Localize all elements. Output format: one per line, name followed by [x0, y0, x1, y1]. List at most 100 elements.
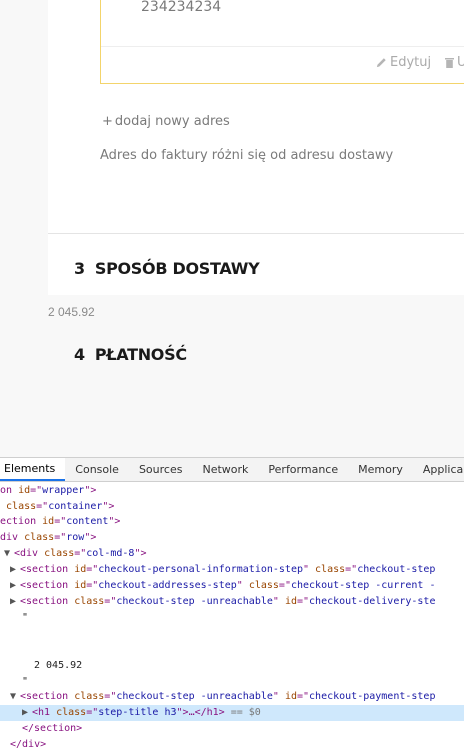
dom-tree-token: ">	[84, 485, 97, 496]
dom-tree-token: <section	[20, 596, 75, 607]
dom-tree-token: ">	[134, 548, 147, 559]
dom-tree-token: ="	[104, 691, 117, 702]
expand-arrow-icon[interactable]: ▶	[10, 578, 20, 594]
dom-tree-token: "	[272, 596, 285, 607]
invoice-address-toggle[interactable]: Adres do faktury różni się od adresu dos…	[100, 148, 393, 163]
add-new-address-link[interactable]: + dodaj nowy adres	[102, 114, 230, 129]
dom-tree-token: "	[272, 691, 285, 702]
dom-tree-node[interactable]	[0, 626, 464, 642]
dom-tree-token: checkout-step -unreachable	[116, 691, 273, 702]
dom-tree-node[interactable]: "	[0, 674, 464, 690]
dom-tree-token: class	[248, 580, 279, 591]
expand-arrow-icon[interactable]: ▼	[4, 546, 14, 562]
expand-arrow-icon[interactable]: ▶	[10, 594, 20, 610]
dom-tree-token: ">	[84, 532, 97, 543]
step-number: 4	[74, 345, 85, 364]
dom-tree-token: ="	[54, 516, 67, 527]
dom-tree-token: ="	[86, 707, 99, 718]
delete-label: U	[457, 55, 464, 70]
dom-tree-token: ="	[86, 564, 99, 575]
step-delivery-title[interactable]: 3 SPOSÓB DOSTAWY	[74, 259, 260, 278]
edit-label: Edytuj	[390, 55, 432, 70]
dom-tree-token: id	[18, 485, 31, 496]
tab-console[interactable]: Console	[65, 458, 129, 481]
dom-tree-token: checkout-step -unreachable	[116, 596, 273, 607]
address-phone: 234234234	[141, 0, 222, 15]
dom-tree-node[interactable]: ▼ <div class="col-md-8">	[0, 546, 464, 562]
dom-tree-token: id	[74, 580, 87, 591]
dom-tree-token: checkout-step	[357, 564, 436, 575]
tab-elements[interactable]: Elements	[0, 458, 66, 481]
dom-tree-node[interactable]: </section>	[0, 721, 464, 737]
dom-tree-node[interactable]	[0, 642, 464, 658]
dom-tree-token: ="	[86, 580, 99, 591]
expand-arrow-icon[interactable]: ▼	[10, 689, 20, 705]
stray-amount-text: 2 045.92	[48, 305, 95, 319]
delete-address-link[interactable]: U	[445, 55, 464, 70]
edit-address-link[interactable]: Edytuj	[376, 55, 431, 70]
tab-sources[interactable]: Sources	[129, 458, 193, 481]
dom-tree-node[interactable]: ection id="content">	[0, 514, 464, 530]
dom-tree-token: checkout-delivery-ste	[309, 596, 436, 607]
devtools-tab-bar: Elements Console Sources Network Perform…	[0, 458, 464, 482]
dom-tree-token: content	[66, 516, 109, 527]
tab-memory[interactable]: Memory	[348, 458, 413, 481]
dom-tree-node[interactable]: 2 045.92	[0, 658, 464, 674]
dom-tree-token: class	[56, 707, 87, 718]
dom-tree-node[interactable]: ▶ <section id="checkout-personal-informat…	[0, 562, 464, 578]
dom-tree-token: checkout-payment-step	[309, 691, 436, 702]
address-card[interactable]: 234234234 Edytuj U	[100, 0, 464, 84]
expand-arrow-icon[interactable]: ▶	[10, 562, 20, 578]
dom-tree-token: col-md-8	[86, 548, 135, 559]
dom-tree-token: class	[315, 564, 346, 575]
step-label: PŁATNOŚĆ	[94, 345, 187, 364]
dom-tree-node[interactable]: "	[0, 610, 464, 626]
dom-tree-token: container	[48, 501, 103, 512]
dom-tree-token: class	[24, 532, 55, 543]
tab-performance[interactable]: Performance	[258, 458, 348, 481]
dom-tree-node[interactable]: ▶ <h1 class="step-title h3">…</h1> == $0	[0, 705, 464, 721]
dom-tree-token: <div	[14, 548, 45, 559]
dom-tree-node[interactable]: class="container">	[0, 499, 464, 515]
dom-tree-token: ">	[108, 516, 121, 527]
dom-tree-token: ="	[296, 596, 310, 607]
dom-tree-node[interactable]: </div>	[0, 737, 464, 750]
dom-tree-token: row	[66, 532, 85, 543]
checkout-page: 234234234 Edytuj U + dodaj nowy adres Ad…	[0, 0, 464, 457]
dom-tree-node[interactable]: ▶ <section class="checkout-step -unreacha…	[0, 594, 464, 610]
dom-tree-token: ="	[30, 485, 43, 496]
dom-tree-token: ">	[102, 501, 115, 512]
dom-tree-node[interactable]: div class="row">	[0, 530, 464, 546]
dom-tree-token: <h1	[32, 707, 57, 718]
tab-network[interactable]: Network	[192, 458, 258, 481]
dom-tree-token: == $0	[224, 707, 261, 718]
dom-tree-token: wrapper	[42, 485, 85, 496]
dom-tree-token: <section	[20, 691, 75, 702]
dom-tree-node[interactable]: ▼ <section class="checkout-step -unreacha…	[0, 689, 464, 705]
dom-tree-node[interactable]: ▶ <section id="checkout-addresses-step" c…	[0, 578, 464, 594]
section-divider	[48, 233, 464, 234]
dom-tree-token: checkout-step -current -	[290, 580, 436, 591]
dom-tree-token: ="	[104, 596, 117, 607]
dom-tree-token: on	[0, 485, 19, 496]
step-payment-title[interactable]: 4 PŁATNOŚĆ	[74, 345, 187, 364]
dom-tree-token: </div>	[10, 739, 47, 750]
dom-tree-token: checkout-addresses-step	[98, 580, 237, 591]
dom-tree-node[interactable]: on id="wrapper">	[0, 483, 464, 499]
dom-tree-token: class	[44, 548, 75, 559]
dom-tree-token: "	[236, 580, 249, 591]
dom-tree-token: </section>	[22, 723, 83, 734]
dom-tree-token: ">…</h1>	[176, 707, 225, 718]
trash-icon	[445, 58, 454, 68]
dom-tree-token: ="	[278, 580, 291, 591]
address-card-divider	[101, 46, 464, 47]
dom-tree-token: ="	[54, 532, 67, 543]
dom-tree-token: div	[0, 532, 25, 543]
plus-icon: +	[102, 114, 113, 129]
dom-tree-token: step-title h3	[98, 707, 177, 718]
dom-tree-token: id	[42, 516, 55, 527]
tab-application[interactable]: Applica	[413, 458, 464, 481]
step-label: SPOSÓB DOSTAWY	[94, 259, 260, 278]
expand-arrow-icon[interactable]: ▶	[22, 705, 32, 721]
dom-tree-token: ection	[0, 516, 43, 527]
